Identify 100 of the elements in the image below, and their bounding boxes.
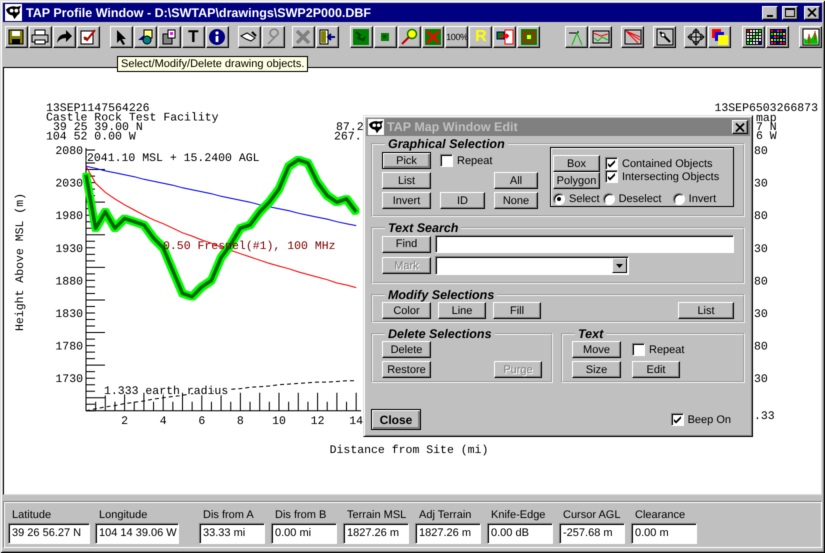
- toolbar-button[interactable]: [517, 26, 540, 48]
- radio-label: Select: [569, 193, 600, 205]
- device-icon: [160, 28, 178, 46]
- value-field: 1827.26 m: [343, 523, 409, 544]
- find-button[interactable]: Find: [382, 236, 431, 252]
- dropdown-field[interactable]: [435, 256, 629, 275]
- close-button[interactable]: [804, 6, 820, 20]
- toolbar-button[interactable]: [316, 26, 339, 48]
- app-icon: [5, 4, 22, 21]
- info-icon: [208, 28, 226, 46]
- maximize-button[interactable]: [782, 6, 798, 20]
- value-field: 39 26 56.27 N: [8, 523, 90, 544]
- field-label: Dis from A: [202, 508, 255, 522]
- toolbar-button[interactable]: [422, 26, 444, 48]
- site-info-text: map: [756, 112, 777, 125]
- value-field: 33.33 mi: [199, 523, 265, 544]
- window-title: TAP Profile Window - D:\SWTAP\drawings\SWP2P000.DBF: [26, 6, 372, 20]
- site-info-text: 13SEP6503266873: [714, 102, 818, 115]
- size-button[interactable]: Size: [572, 361, 621, 378]
- toolbar-button[interactable]: [374, 26, 397, 48]
- box-button[interactable]: Box: [553, 155, 600, 172]
- toolbar-button[interactable]: [653, 26, 676, 48]
- id-button[interactable]: ID: [440, 192, 485, 209]
- minimize-button[interactable]: [762, 6, 778, 20]
- tick-label: .33: [754, 410, 775, 423]
- field-label: Clearance: [634, 508, 686, 522]
- toolbar-button[interactable]: [621, 26, 644, 48]
- toolbar-button[interactable]: T: [182, 26, 205, 48]
- line-button[interactable]: Line: [438, 302, 486, 319]
- radio-button[interactable]: [602, 193, 615, 205]
- maximize-icon: [785, 8, 795, 17]
- printer-icon: [31, 28, 50, 46]
- radio-button[interactable]: [553, 193, 565, 205]
- field-label: Longitude: [98, 508, 148, 522]
- axis-title: Height Above MSL (m): [14, 192, 27, 332]
- toolbar-button[interactable]: [158, 26, 181, 48]
- field-label: Latitude: [11, 508, 52, 522]
- toolbar-button[interactable]: [684, 26, 708, 48]
- checkbox[interactable]: [632, 343, 645, 356]
- map-frame-icon: [520, 28, 538, 46]
- fill-button[interactable]: Fill: [493, 302, 541, 319]
- polygon-button[interactable]: Polygon: [553, 172, 600, 189]
- toolbar-button[interactable]: [134, 26, 157, 48]
- tick-label: 80: [754, 340, 768, 354]
- checkbox[interactable]: [670, 413, 684, 426]
- toolbar-button[interactable]: [76, 26, 100, 48]
- toolbar-button[interactable]: [565, 26, 588, 48]
- toolbar-button[interactable]: [350, 26, 373, 48]
- toolbar-button[interactable]: [708, 26, 732, 48]
- color-button[interactable]: Color: [382, 302, 431, 319]
- tick-label: 1880: [55, 275, 83, 288]
- close-dialog-button[interactable]: Close: [371, 409, 421, 430]
- move-button[interactable]: Move: [572, 341, 621, 358]
- pick-button[interactable]: Pick: [382, 152, 431, 169]
- toolbar-button[interactable]: [206, 26, 229, 48]
- toolbar-button[interactable]: [52, 26, 76, 48]
- map-copy-icon: [496, 28, 514, 46]
- none-button[interactable]: None: [494, 192, 538, 209]
- dropdown-button[interactable]: [612, 258, 627, 273]
- checkbox[interactable]: [605, 170, 618, 183]
- search-field[interactable]: [435, 235, 734, 253]
- group-label: Graphical Selection: [387, 137, 506, 151]
- edit-button[interactable]: Edit: [632, 361, 680, 378]
- field-label: Cursor AGL: [562, 508, 622, 522]
- toolbar-button[interactable]: 100%: [445, 26, 468, 48]
- chart-annotation: 2041.10 MSL + 15.2400 AGL: [87, 152, 260, 165]
- toolbar-button[interactable]: [799, 26, 822, 48]
- tick-label: 14: [349, 415, 364, 428]
- toolbar-button[interactable]: [28, 26, 52, 48]
- checkbox[interactable]: [605, 157, 618, 170]
- all-button[interactable]: All: [494, 172, 538, 189]
- checkbox[interactable]: [440, 154, 453, 167]
- group-label: Text: [577, 327, 605, 341]
- document-check-icon: [79, 28, 98, 46]
- caret-icon: [616, 264, 623, 268]
- toolbar-button[interactable]: [398, 26, 420, 48]
- checkbox-label: Repeat: [457, 154, 492, 166]
- tick-label: 1730: [55, 373, 83, 386]
- toolbar-button[interactable]: [766, 26, 790, 48]
- toolbar-button[interactable]: [238, 26, 261, 48]
- toolbar-button[interactable]: [742, 26, 766, 48]
- tick-label: 10: [272, 415, 286, 428]
- invert-button[interactable]: Invert: [382, 192, 431, 209]
- toolbar-button[interactable]: [493, 26, 516, 48]
- tick-label: 80: [754, 145, 768, 158]
- toolbar-button[interactable]: [110, 26, 133, 48]
- list-button[interactable]: List: [382, 172, 431, 189]
- close-button[interactable]: [732, 120, 748, 134]
- toolbar-button[interactable]: [589, 26, 612, 48]
- map-cross-icon: [424, 28, 442, 46]
- toolbar-button[interactable]: [262, 26, 285, 48]
- site-info-text: 104 52 0.00 W: [46, 130, 136, 144]
- radio-button[interactable]: [672, 193, 685, 205]
- toolbar-button[interactable]: [292, 26, 315, 48]
- restore-button[interactable]: Restore: [382, 361, 431, 378]
- delete-button[interactable]: Delete: [382, 341, 431, 358]
- field-label: Terrain MSL: [346, 508, 408, 522]
- group-label: Text Search: [387, 221, 460, 235]
- toolbar-button[interactable]: [5, 26, 28, 48]
- list-button[interactable]: List: [678, 302, 734, 319]
